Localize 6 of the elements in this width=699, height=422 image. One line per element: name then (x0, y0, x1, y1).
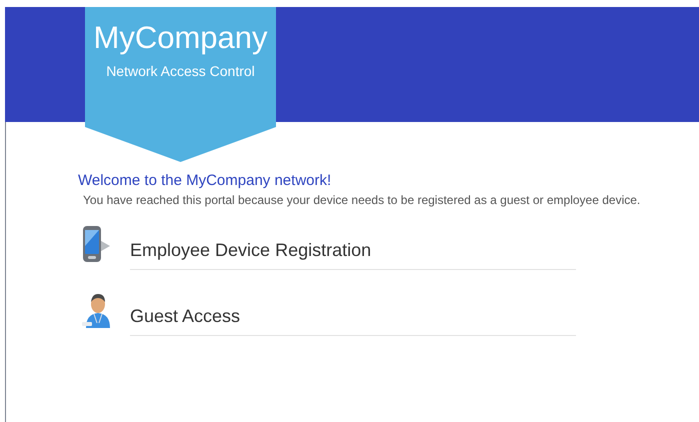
option-link[interactable]: Employee Device Registration (130, 224, 576, 270)
logo-title: MyCompany (94, 19, 268, 57)
welcome-heading: Welcome to the MyCompany network! (78, 171, 332, 191)
banner-subtitle: Network Access Control (106, 62, 255, 81)
welcome-message: You have reached this portal because your device needs to be registered as a guest or employee device. (83, 193, 642, 208)
option-link[interactable]: Guest Access (130, 290, 576, 336)
